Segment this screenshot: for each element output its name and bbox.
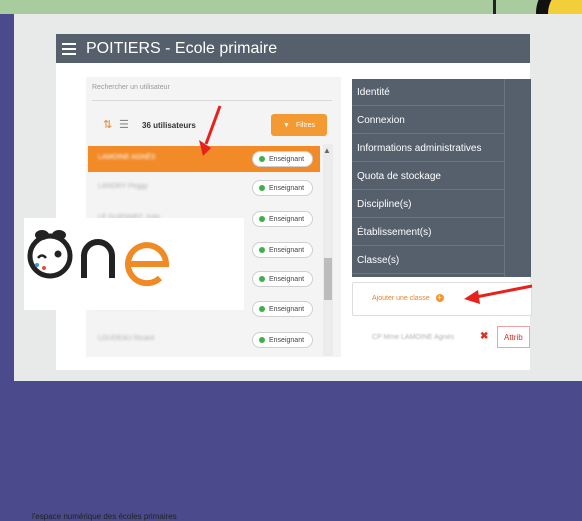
status-dot-icon bbox=[259, 276, 265, 282]
scrollbar-thumb[interactable] bbox=[324, 258, 332, 300]
role-badge: Enseignant bbox=[252, 271, 314, 287]
status-dot-icon bbox=[259, 247, 265, 253]
status-dot-icon bbox=[259, 185, 265, 191]
attribute-button[interactable]: Attrib bbox=[497, 326, 530, 348]
user-row[interactable]: LOUDEAU Ricard Enseignant bbox=[88, 327, 320, 353]
page-title: POITIERS - Ecole primaire bbox=[86, 39, 278, 57]
one-logo: l'espace numérique des écoles primaires bbox=[24, 218, 244, 521]
annotation-arrow-class bbox=[464, 284, 533, 304]
filter-button[interactable]: ▼ Filtres bbox=[271, 114, 327, 136]
status-dot-icon bbox=[259, 337, 265, 343]
role-badge: Enseignant bbox=[252, 332, 314, 348]
menu-icon[interactable] bbox=[62, 42, 76, 55]
sort-alpha-icon[interactable]: ☰ bbox=[119, 118, 129, 131]
scrollbar[interactable] bbox=[323, 144, 333, 356]
attribute-button-label: Attrib bbox=[504, 332, 523, 342]
class-entry: CP Mme LAMOINE Agnès bbox=[372, 334, 454, 341]
filter-button-label: Filtres bbox=[295, 121, 315, 129]
filter-icon: ▼ bbox=[283, 121, 290, 129]
add-class-button[interactable]: Ajouter une classe + bbox=[372, 294, 444, 302]
app-header: POITIERS - Ecole primaire bbox=[56, 34, 530, 63]
role-label: Enseignant bbox=[269, 184, 305, 192]
status-dot-icon bbox=[259, 156, 265, 162]
role-label: Enseignant bbox=[269, 155, 305, 163]
logo-tagline: l'espace numérique des écoles primaires bbox=[32, 512, 177, 521]
top-band-divider bbox=[493, 0, 496, 14]
remove-class-icon[interactable]: ✖ bbox=[480, 331, 488, 342]
role-badge: Enseignant bbox=[252, 242, 314, 258]
status-dot-icon bbox=[259, 306, 265, 312]
search-input[interactable]: Rechercher un utilisateur bbox=[92, 84, 332, 101]
scroll-up-icon[interactable]: ▲ bbox=[323, 146, 331, 155]
one-logo-graphic bbox=[27, 230, 170, 287]
user-name: LOUDEAU Ricard bbox=[98, 335, 155, 342]
role-label: Enseignant bbox=[269, 275, 305, 283]
role-label: Enseignant bbox=[269, 215, 305, 223]
role-badge: Enseignant bbox=[252, 301, 314, 317]
annotation-arrow-user bbox=[199, 105, 222, 156]
role-badge: Enseignant bbox=[252, 180, 314, 196]
user-count: 36 utilisateurs bbox=[142, 121, 196, 130]
role-label: Enseignant bbox=[269, 336, 305, 344]
role-badge: Enseignant bbox=[252, 151, 314, 167]
sidebar-column-divider bbox=[504, 79, 531, 277]
user-name: LANDRY Peggy bbox=[98, 183, 148, 190]
add-class-label: Ajouter une classe bbox=[372, 294, 430, 302]
plus-icon: + bbox=[435, 293, 444, 302]
role-label: Enseignant bbox=[269, 305, 305, 313]
role-label: Enseignant bbox=[269, 246, 305, 254]
status-dot-icon bbox=[259, 216, 265, 222]
user-name: LAMOINE AGNÈS bbox=[98, 154, 156, 161]
user-row[interactable]: LANDRY Peggy Enseignant bbox=[88, 175, 320, 201]
sort-ascending-icon[interactable]: ⇅ bbox=[103, 118, 112, 131]
role-badge: Enseignant bbox=[252, 211, 314, 227]
